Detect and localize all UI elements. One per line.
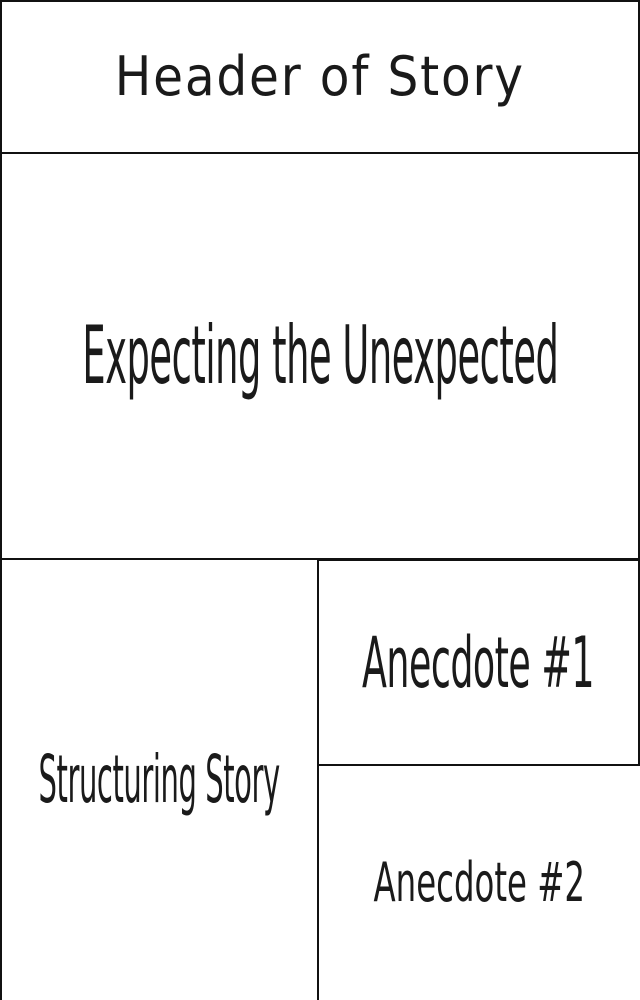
main-title-label: Expecting the Unexpected xyxy=(81,309,559,402)
header-panel: Header of Story xyxy=(0,0,640,154)
anecdote-1-label: Anecdote #1 xyxy=(362,621,595,704)
structure-panel: Structuring Story xyxy=(0,558,319,1000)
anecdote-2-panel: Anecdote #2 xyxy=(317,764,640,1000)
anecdote-1-panel: Anecdote #1 xyxy=(317,559,640,766)
main-title-panel: Expecting the Unexpected xyxy=(0,152,640,560)
anecdote-2-label: Anecdote #2 xyxy=(373,851,586,914)
structure-label: Structuring Story xyxy=(38,741,281,818)
header-label: Header of Story xyxy=(114,45,526,108)
